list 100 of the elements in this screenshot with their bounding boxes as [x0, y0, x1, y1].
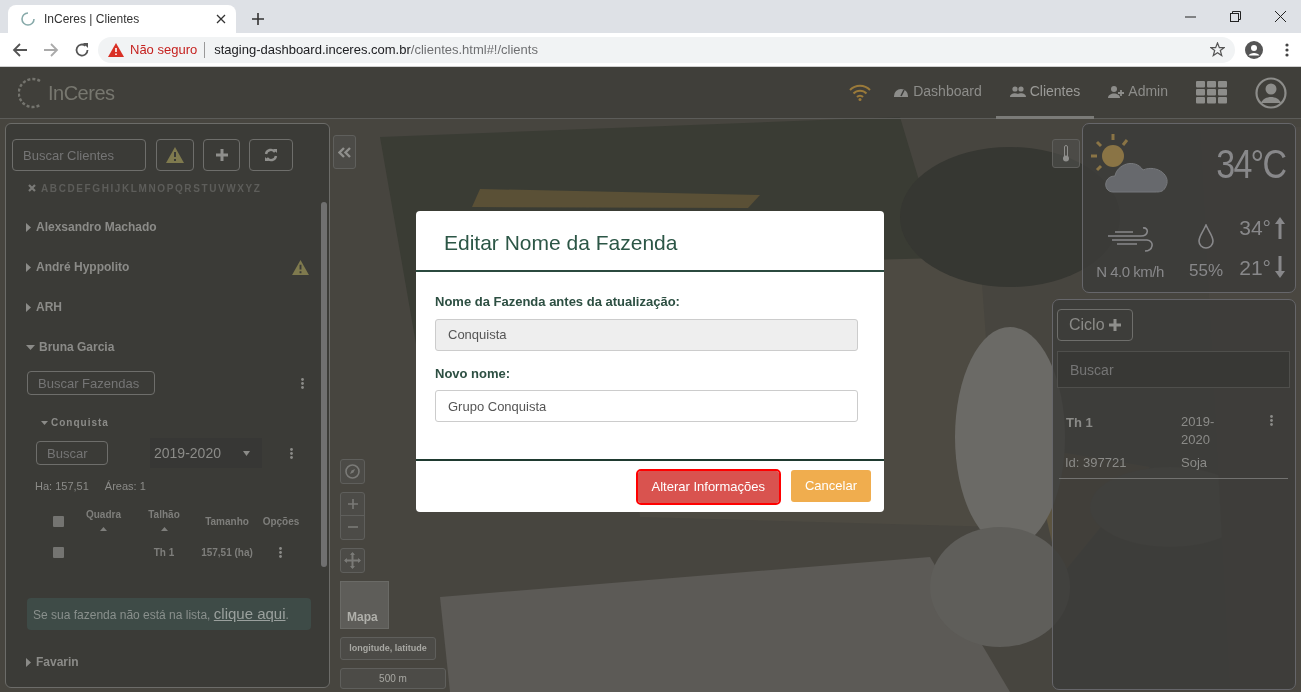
- compass-button[interactable]: [340, 458, 365, 484]
- expand-arrow-icon[interactable]: [26, 262, 31, 272]
- text-field[interactable]: Grupo Conquista: [435, 390, 858, 423]
- security-label[interactable]: Não seguro: [130, 39, 198, 60]
- humidity-text: 55%: [1189, 259, 1223, 282]
- clear-filter-icon[interactable]: [28, 184, 36, 192]
- client-name[interactable]: ARH: [36, 298, 329, 316]
- modal-title: Editar Nome da Fazenda: [444, 230, 679, 256]
- menu-icon[interactable]: [1285, 42, 1289, 57]
- compass-icon: [345, 463, 360, 479]
- nav-tab[interactable]: Dashboard: [879, 67, 996, 119]
- minimap-button[interactable]: Mapa: [340, 580, 389, 629]
- collapse-arrow-icon[interactable]: [26, 344, 35, 350]
- dialog-button[interactable]: Alterar Informações: [637, 471, 779, 504]
- client-name[interactable]: Bruna Garcia: [39, 338, 329, 356]
- refresh-icon: [264, 148, 278, 162]
- bookmark-star-icon[interactable]: [1210, 42, 1225, 57]
- max-temperature-text: 34°: [1239, 215, 1271, 241]
- loading-icon: [20, 11, 36, 27]
- more-options-icon[interactable]: [1270, 415, 1273, 426]
- user-plus-icon: [1108, 84, 1125, 98]
- min-temperature-text: 21°: [1239, 254, 1271, 281]
- scale-bar: 500 m: [340, 668, 446, 689]
- wifi-icon: [849, 84, 872, 101]
- apps-grid-icon[interactable]: [1196, 81, 1227, 104]
- move-arrows-icon: [344, 551, 361, 569]
- warning-icon: [108, 42, 124, 57]
- client-name[interactable]: Favarin: [36, 653, 329, 671]
- profile-icon[interactable]: [1245, 40, 1263, 59]
- close-icon[interactable]: [216, 14, 226, 24]
- close-icon[interactable]: [1275, 11, 1286, 22]
- warning-filter-button[interactable]: [156, 139, 194, 171]
- table-cell-text: Th 1: [152, 545, 176, 560]
- double-chevron-left-icon: [338, 146, 351, 158]
- plot-search-field[interactable]: Buscar: [36, 441, 108, 465]
- link[interactable]: clique aqui: [213, 604, 286, 622]
- search-field[interactable]: Buscar Clientes: [12, 139, 146, 171]
- season-select[interactable]: 2019-2020: [150, 438, 262, 468]
- browser-tab[interactable]: InCeres | Clientes: [8, 5, 236, 33]
- row-checkbox[interactable]: [53, 546, 64, 558]
- field-label: Nome da Fazenda antes da atualização:: [435, 293, 681, 312]
- column-header: Tamanho: [205, 514, 249, 529]
- dialog-button[interactable]: Cancelar: [790, 470, 871, 503]
- nav-tab[interactable]: Admin: [1094, 67, 1182, 119]
- address-bar[interactable]: Não seguro staging-dashboard.inceres.com.br/clientes.html#!/clients: [98, 36, 1235, 63]
- restore-icon[interactable]: [1230, 11, 1241, 22]
- farm-name[interactable]: Conquista: [51, 415, 109, 430]
- expand-arrow-icon[interactable]: [26, 657, 31, 667]
- users-icon: [1009, 84, 1026, 98]
- wind-icon: [1107, 226, 1153, 252]
- farm-search-field[interactable]: Buscar Fazendas: [27, 371, 155, 395]
- info-notice: Se sua fazenda não está na lista, clique aqui.: [27, 597, 311, 630]
- sort-arrow-icon[interactable]: [160, 526, 168, 531]
- collapse-panel-button[interactable]: [333, 135, 356, 169]
- column-header[interactable]: Talhão: [148, 506, 180, 522]
- more-options-icon[interactable]: [301, 377, 304, 389]
- temperature-layer-button[interactable]: [1052, 139, 1080, 168]
- reload-icon[interactable]: [74, 41, 90, 58]
- column-header: Opções: [262, 514, 300, 529]
- cycle-id: Id: 397721: [1065, 454, 1128, 472]
- more-options-icon[interactable]: [279, 546, 282, 558]
- table-cell-text: 157,51 (ha): [200, 545, 254, 560]
- plus-icon: [215, 149, 228, 161]
- arrow-down-icon: [1275, 256, 1285, 279]
- refresh-button[interactable]: [249, 139, 293, 171]
- plus-icon: [347, 498, 358, 509]
- expand-arrow-icon[interactable]: [26, 222, 31, 232]
- back-icon[interactable]: [12, 41, 28, 58]
- field-label: Novo nome:: [435, 364, 512, 383]
- scrollbar[interactable]: [321, 202, 327, 567]
- areas-count-text: Áreas: 1: [104, 479, 146, 494]
- pan-button[interactable]: [340, 547, 365, 573]
- thermometer-icon: [1062, 145, 1070, 162]
- nav-tab[interactable]: Clientes: [995, 67, 1095, 119]
- more-options-icon[interactable]: [290, 447, 293, 459]
- sort-arrow-icon[interactable]: [100, 526, 107, 531]
- new-tab-icon[interactable]: [251, 12, 265, 26]
- warning-icon: [166, 147, 184, 163]
- wind-text: N 4.0 km/h: [1096, 261, 1164, 282]
- collapse-arrow-icon[interactable]: [41, 420, 48, 425]
- forward-icon[interactable]: [43, 41, 59, 58]
- url-text: staging-dashboard.inceres.com.br/clientes.html#!/clients: [214, 40, 539, 59]
- client-name[interactable]: Alexsandro Machado: [36, 218, 329, 236]
- expand-arrow-icon[interactable]: [26, 302, 31, 312]
- logo-text: InCeres: [48, 80, 115, 106]
- humidity-drop-icon: [1198, 223, 1214, 249]
- caret-icon: [243, 450, 250, 456]
- add-cycle-button[interactable]: Ciclo: [1057, 309, 1133, 341]
- temperature-text: 34°C: [1215, 141, 1285, 188]
- select-all-checkbox[interactable]: [53, 515, 64, 527]
- cycle-season: 2019-2020: [1181, 413, 1216, 449]
- coordinates-display: longitude, latitude: [340, 636, 436, 660]
- cycle-name: Th 1: [1066, 414, 1094, 432]
- client-name[interactable]: André Hyppolito: [36, 258, 292, 276]
- add-client-button[interactable]: [203, 139, 240, 171]
- column-header[interactable]: Quadra: [86, 506, 121, 522]
- cycle-search-field[interactable]: Buscar: [1057, 351, 1290, 388]
- crop-name: Soja: [1181, 454, 1208, 472]
- plus-icon: [1108, 319, 1121, 331]
- user-avatar-icon[interactable]: [1255, 76, 1287, 109]
